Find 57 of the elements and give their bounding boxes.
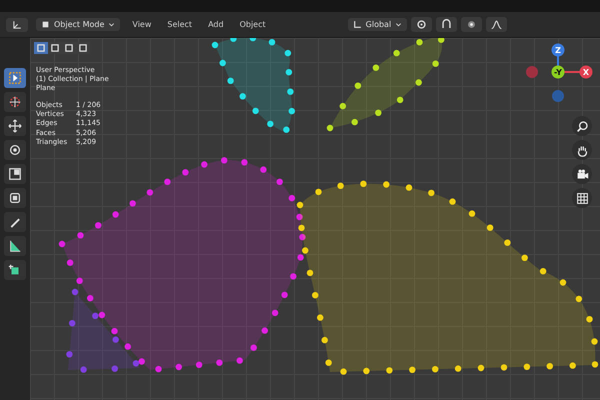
mode-dropdown[interactable]: Object Mode	[36, 18, 120, 32]
square-icon	[50, 42, 60, 53]
orientation-dropdown[interactable]: Global	[348, 18, 408, 32]
transform-icon	[8, 191, 22, 205]
axis-handle[interactable]: Z	[552, 44, 564, 56]
cursor-icon	[8, 95, 22, 109]
tool-button[interactable]	[4, 236, 26, 256]
tool-button[interactable]	[4, 116, 26, 136]
pivot-button[interactable]	[411, 17, 432, 32]
hand-icon	[576, 144, 588, 156]
caret-icon	[108, 21, 116, 28]
tool-button[interactable]	[4, 260, 26, 280]
magnet-icon	[441, 19, 452, 30]
camera-icon	[576, 168, 588, 180]
selection-mode-button[interactable]	[48, 42, 62, 54]
menu-item[interactable]: Select	[163, 18, 196, 30]
tool-button[interactable]	[4, 68, 26, 88]
editor-type-button[interactable]	[6, 18, 28, 32]
tool-button[interactable]	[4, 188, 26, 208]
square-icon	[36, 42, 46, 53]
tool-button[interactable]	[4, 164, 26, 184]
scale-icon	[8, 167, 22, 181]
selection-mode-button[interactable]	[62, 42, 76, 54]
select-box-icon	[8, 71, 22, 85]
snap-button[interactable]	[436, 17, 458, 32]
cube-icon	[41, 20, 50, 29]
caret-icon	[395, 21, 402, 28]
curve-icon	[491, 19, 502, 30]
menu-item[interactable]: Object	[236, 18, 270, 30]
falloff-button[interactable]	[486, 17, 508, 32]
menu-item[interactable]: Add	[204, 18, 228, 30]
selection-mode-button[interactable]	[76, 42, 90, 54]
square-icon	[78, 42, 88, 53]
axis-handle[interactable]: X	[580, 66, 592, 78]
menu-item[interactable]: View	[128, 18, 156, 30]
ruler-icon	[8, 239, 22, 253]
rotate-icon	[8, 143, 22, 157]
tool-button[interactable]	[4, 92, 26, 112]
target-icon	[466, 19, 478, 30]
move-arrows-icon	[8, 119, 22, 133]
axes-icon	[352, 20, 362, 29]
proportional-edit-button[interactable]	[461, 17, 482, 32]
magnifier-icon	[576, 120, 588, 132]
grid-icon	[576, 192, 588, 204]
zoom-button[interactable]	[572, 116, 592, 136]
selection-mode-button[interactable]	[34, 42, 48, 54]
square-icon	[64, 42, 74, 53]
pivot-icon	[416, 19, 428, 30]
pan-button[interactable]	[572, 140, 592, 160]
axis-handle[interactable]	[552, 90, 564, 102]
grid-view-button[interactable]	[572, 188, 592, 208]
tool-button[interactable]	[4, 212, 26, 232]
tool-button[interactable]	[4, 140, 26, 160]
axis-handle[interactable]: -Y	[552, 66, 564, 78]
axes-icon	[11, 20, 23, 30]
axis-handle[interactable]	[526, 66, 538, 78]
camera-button[interactable]	[572, 164, 592, 184]
